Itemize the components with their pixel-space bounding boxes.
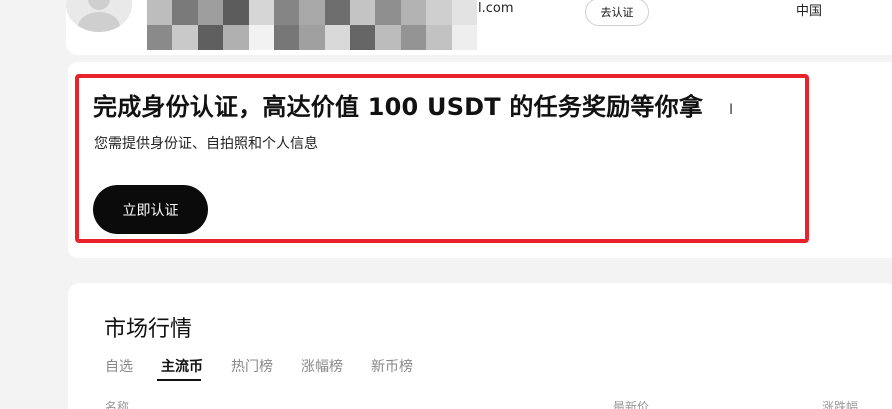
- column-header-price[interactable]: 最新价: [613, 398, 649, 409]
- mosaic-cell: [273, 25, 300, 50]
- mosaic-cell: [324, 25, 351, 50]
- tab-gainers[interactable]: 涨幅榜: [301, 356, 343, 376]
- kyc-title: 完成身份认证，高达价值 100 USDT 的任务奖励等你拿: [93, 93, 704, 121]
- kyc-subtitle: 您需提供身份证、自拍照和个人信息: [94, 136, 318, 152]
- tab-watchlist[interactable]: 自选: [105, 356, 133, 376]
- mosaic-cell: [147, 0, 173, 25]
- verify-now-button[interactable]: 立即认证: [93, 185, 208, 234]
- tab-hot[interactable]: 热门榜: [231, 356, 273, 376]
- mosaic-cell: [324, 0, 351, 25]
- column-header-change[interactable]: 涨跌幅: [822, 398, 858, 409]
- mosaic-cell: [223, 0, 249, 25]
- market-card: [68, 283, 892, 409]
- mosaic-cell: [147, 25, 173, 50]
- mosaic-cell: [375, 0, 401, 25]
- mosaic-cell: [350, 0, 376, 25]
- mosaic-cell: [375, 25, 401, 50]
- page: l.com 去认证 中国 完成身份认证，高达价值 100 USDT 的任务奖励等…: [0, 0, 892, 409]
- mosaic-cell: [426, 0, 452, 25]
- tab-new-coins[interactable]: 新币榜: [371, 356, 413, 376]
- email-text: l.com: [478, 1, 514, 16]
- mosaic-cell: [350, 25, 376, 50]
- market-tabs: 自选 主流币 热门榜 涨幅榜 新币榜: [105, 356, 441, 376]
- go-verify-button[interactable]: 去认证: [585, 0, 649, 26]
- tab-major-coins[interactable]: 主流币: [161, 356, 203, 376]
- mosaic-cell: [299, 0, 325, 25]
- mosaic-cell: [223, 25, 249, 50]
- mosaic-cell: [273, 0, 300, 25]
- mosaic-cell: [400, 25, 427, 50]
- mosaic-cell: [451, 25, 477, 50]
- text-cursor-icon: I: [729, 102, 734, 118]
- mosaic-cell: [451, 0, 477, 25]
- market-title: 市场行情: [104, 317, 193, 342]
- pixelated-username: [147, 0, 477, 50]
- mosaic-cell: [197, 25, 224, 50]
- mosaic-cell: [172, 25, 198, 50]
- mosaic-cell: [248, 0, 274, 25]
- active-tab-indicator: [157, 379, 201, 381]
- mosaic-cell: [197, 0, 224, 25]
- mosaic-cell: [426, 25, 452, 50]
- mosaic-cell: [400, 0, 427, 25]
- mosaic-cell: [172, 0, 198, 25]
- mosaic-cell: [299, 25, 325, 50]
- column-header-name[interactable]: 名称: [105, 398, 129, 409]
- mosaic-cell: [248, 25, 274, 50]
- region-label: 中国: [796, 4, 823, 19]
